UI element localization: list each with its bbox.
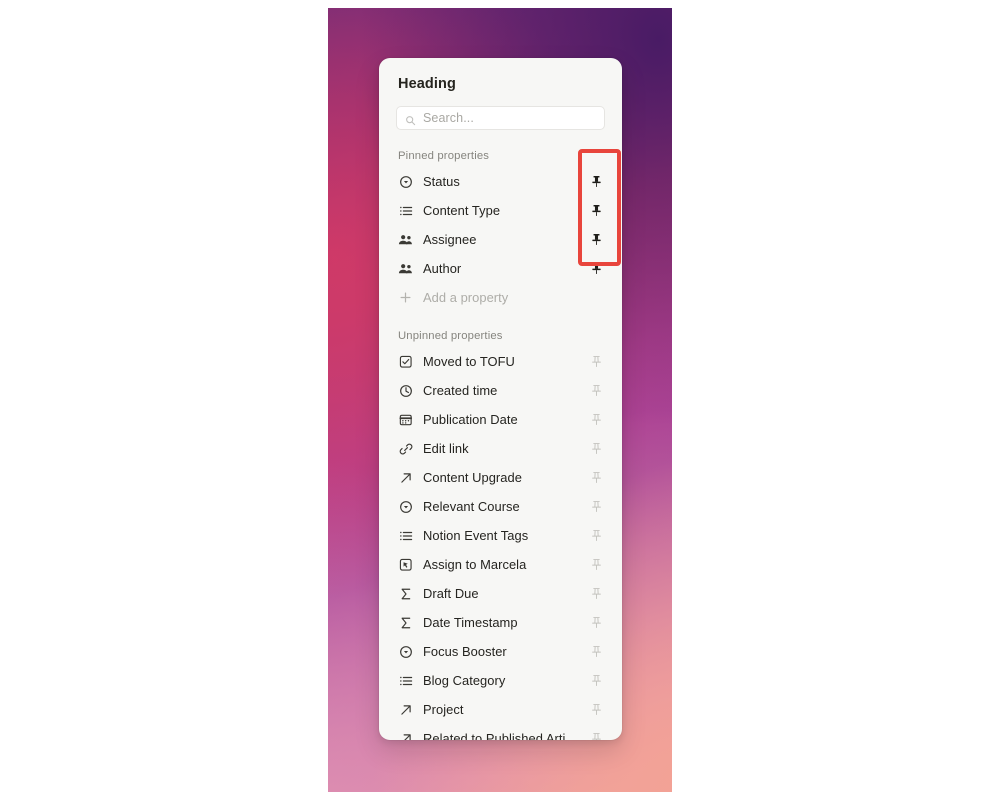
search-placeholder-text: Search... bbox=[423, 111, 474, 125]
pin-button[interactable] bbox=[587, 585, 605, 603]
property-label: Content Type bbox=[423, 202, 501, 218]
button-icon bbox=[398, 557, 413, 572]
unpinned-properties-list: Moved to TOFU Created time Publication Dat… bbox=[379, 347, 622, 740]
formula-icon bbox=[398, 615, 413, 630]
search-row: Search... bbox=[379, 94, 622, 130]
pinned-properties-label: Pinned properties bbox=[398, 150, 490, 162]
property-row[interactable]: Content Upgrade bbox=[379, 463, 622, 492]
pin-button[interactable] bbox=[587, 643, 605, 661]
property-label: Author bbox=[423, 260, 462, 276]
property-label: Moved to TOFU bbox=[423, 353, 515, 369]
property-label: Date Timestamp bbox=[423, 614, 518, 630]
property-label: Content Upgrade bbox=[423, 469, 522, 485]
unpin-button[interactable] bbox=[587, 173, 605, 191]
link-icon bbox=[398, 441, 413, 456]
plus-icon bbox=[398, 290, 413, 305]
property-label: Related to Published Article… bbox=[423, 730, 581, 741]
pin-button[interactable] bbox=[587, 382, 605, 400]
property-label: Relevant Course bbox=[423, 498, 520, 514]
select-icon bbox=[398, 499, 413, 514]
person-icon bbox=[398, 261, 413, 276]
pin-button[interactable] bbox=[587, 614, 605, 632]
property-row[interactable]: Notion Event Tags bbox=[379, 521, 622, 550]
property-row[interactable]: Relevant Course bbox=[379, 492, 622, 521]
property-row[interactable]: Moved to TOFU bbox=[379, 347, 622, 376]
page-title: Heading bbox=[398, 76, 456, 92]
unpinned-properties-label: Unpinned properties bbox=[398, 330, 503, 342]
select-icon bbox=[398, 174, 413, 189]
unpin-button[interactable] bbox=[587, 202, 605, 220]
multiselect-icon bbox=[398, 673, 413, 688]
property-row[interactable]: Created time bbox=[379, 376, 622, 405]
pinned-properties-list: Status Content Type Assignee Author bbox=[379, 167, 622, 283]
property-label: Project bbox=[423, 701, 464, 717]
pin-button[interactable] bbox=[587, 730, 605, 740]
property-label: Publication Date bbox=[423, 411, 518, 427]
search-icon bbox=[405, 113, 416, 125]
pin-button[interactable] bbox=[587, 701, 605, 719]
pin-button[interactable] bbox=[587, 440, 605, 458]
person-icon bbox=[398, 232, 413, 247]
property-label: Assign to Marcela bbox=[423, 556, 527, 572]
unpin-button[interactable] bbox=[587, 231, 605, 249]
property-label: Status bbox=[423, 173, 460, 189]
pin-button[interactable] bbox=[587, 469, 605, 487]
calendar-icon bbox=[398, 412, 413, 427]
property-label: Blog Category bbox=[423, 672, 506, 688]
clock-icon bbox=[398, 383, 413, 398]
add-property-button[interactable]: Add a property bbox=[379, 283, 622, 312]
pin-button[interactable] bbox=[587, 498, 605, 516]
search-input[interactable]: Search... bbox=[396, 106, 605, 130]
relation-icon bbox=[398, 731, 413, 740]
select-icon bbox=[398, 644, 413, 659]
property-row[interactable]: Assign to Marcela bbox=[379, 550, 622, 579]
pin-button[interactable] bbox=[587, 672, 605, 690]
property-label: Edit link bbox=[423, 440, 469, 456]
multiselect-icon bbox=[398, 528, 413, 543]
multiselect-icon bbox=[398, 203, 413, 218]
property-row[interactable]: Assignee bbox=[379, 225, 622, 254]
property-row[interactable]: Related to Published Article… bbox=[379, 724, 622, 740]
pin-button[interactable] bbox=[587, 527, 605, 545]
property-label: Created time bbox=[423, 382, 498, 398]
checkbox-icon bbox=[398, 354, 413, 369]
property-row[interactable]: Status bbox=[379, 167, 622, 196]
pin-button[interactable] bbox=[587, 411, 605, 429]
property-row[interactable]: Edit link bbox=[379, 434, 622, 463]
relation-icon bbox=[398, 702, 413, 717]
screenshot-stage: Heading Search... Pinned properties Stat… bbox=[0, 0, 1000, 800]
unpin-button[interactable] bbox=[587, 260, 605, 278]
property-row[interactable]: Project bbox=[379, 695, 622, 724]
property-row[interactable]: Date Timestamp bbox=[379, 608, 622, 637]
relation-icon bbox=[398, 470, 413, 485]
property-row[interactable]: Publication Date bbox=[379, 405, 622, 434]
property-row[interactable]: Author bbox=[379, 254, 622, 283]
property-row[interactable]: Draft Due bbox=[379, 579, 622, 608]
property-row[interactable]: Focus Booster bbox=[379, 637, 622, 666]
pin-button[interactable] bbox=[587, 353, 605, 371]
properties-panel: Heading Search... Pinned properties Stat… bbox=[379, 58, 622, 740]
property-row[interactable]: Content Type bbox=[379, 196, 622, 225]
property-label: Assignee bbox=[423, 231, 477, 247]
property-label: Focus Booster bbox=[423, 643, 507, 659]
property-label: Notion Event Tags bbox=[423, 527, 529, 543]
property-label: Draft Due bbox=[423, 585, 479, 601]
formula-icon bbox=[398, 586, 413, 601]
add-property-label: Add a property bbox=[423, 289, 509, 305]
pin-button[interactable] bbox=[587, 556, 605, 574]
property-row[interactable]: Blog Category bbox=[379, 666, 622, 695]
